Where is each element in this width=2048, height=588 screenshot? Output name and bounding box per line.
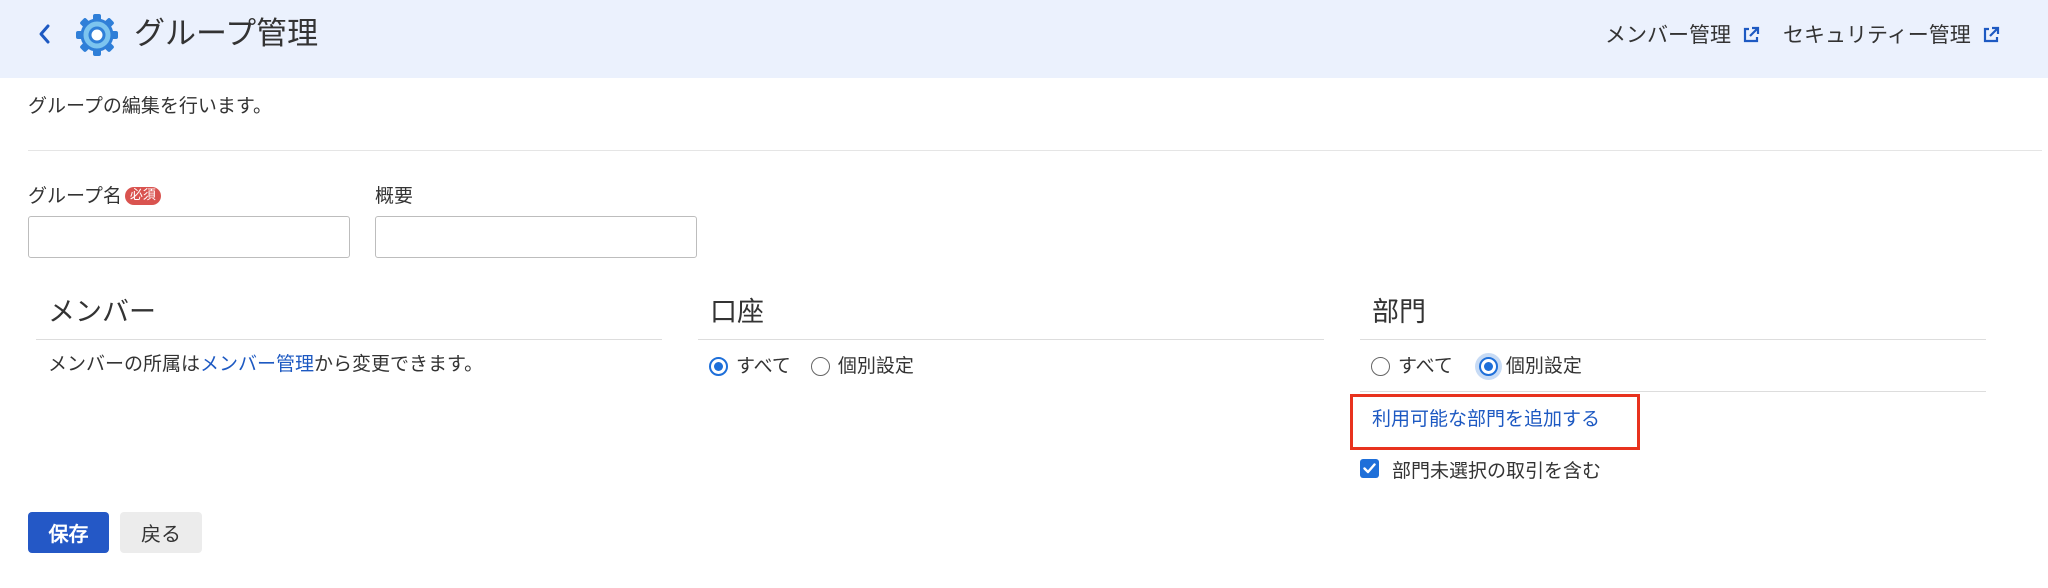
page-title: グループ管理 xyxy=(134,16,319,52)
members-section-title: メンバー xyxy=(48,297,156,328)
member-management-link-label: メンバー管理 xyxy=(1605,23,1731,47)
security-management-link-label: セキュリティー管理 xyxy=(1783,23,1971,47)
required-badge: 必須 xyxy=(124,187,161,205)
accounts-radio-individual-label: 個別設定 xyxy=(837,355,914,377)
radio-unselected-icon[interactable] xyxy=(810,356,830,376)
add-department-link[interactable]: 利用可能な部門を追加する xyxy=(1372,405,1600,433)
departments-section-divider xyxy=(1360,339,1986,340)
departments-radio-individual[interactable]: 個別設定 xyxy=(1478,352,1582,380)
accounts-radio-all[interactable]: すべて xyxy=(709,352,791,380)
departments-options-divider xyxy=(1360,391,1986,392)
checkmark-icon xyxy=(1363,463,1376,474)
accounts-radio-individual[interactable]: 個別設定 xyxy=(810,352,914,380)
group-name-label: グループ名 必須 xyxy=(28,182,161,210)
back-chevron-icon[interactable] xyxy=(30,20,58,48)
gear-icon xyxy=(76,14,118,56)
include-unselected-label: 部門未選択の取引を含む xyxy=(1392,460,1602,482)
summary-label: 概要 xyxy=(375,185,414,207)
accounts-radio-all-label: すべて xyxy=(736,355,791,377)
members-note-suffix: から変更できます。 xyxy=(314,353,484,375)
group-name-label-text: グループ名 xyxy=(28,185,122,207)
departments-radio-group: すべて 個別設定 xyxy=(1371,352,1582,380)
departments-radio-individual-label: 個別設定 xyxy=(1505,355,1582,377)
back-button[interactable]: 戻る xyxy=(120,512,202,553)
external-link-icon xyxy=(1983,26,1999,43)
members-note-prefix: メンバーの所属は xyxy=(48,353,201,375)
save-button[interactable]: 保存 xyxy=(28,512,109,553)
departments-radio-all[interactable]: すべて xyxy=(1371,352,1453,380)
security-management-link[interactable]: セキュリティー管理 xyxy=(1783,20,2001,50)
external-link-icon xyxy=(1743,26,1760,43)
departments-section-title: 部門 xyxy=(1372,297,1426,328)
accounts-section-title: 口座 xyxy=(710,297,764,328)
divider xyxy=(28,150,2042,151)
group-name-input[interactable] xyxy=(28,216,350,258)
summary-input[interactable] xyxy=(375,216,697,258)
radio-unselected-icon[interactable] xyxy=(1371,356,1390,376)
members-section-divider xyxy=(36,339,662,340)
accounts-section-divider xyxy=(698,339,1324,340)
page-header: グループ管理 メンバー管理 セキュリティー管理 xyxy=(0,0,2048,78)
member-management-link[interactable]: メンバー管理 xyxy=(1605,20,1761,50)
members-note: メンバーの所属はメンバー管理から変更できます。 xyxy=(48,350,483,378)
member-management-inline-link[interactable]: メンバー管理 xyxy=(200,353,314,375)
radio-selected-icon[interactable] xyxy=(709,356,728,376)
radio-selected-icon[interactable] xyxy=(1478,356,1498,376)
page-description: グループの編集を行います。 xyxy=(28,95,272,117)
departments-radio-all-label: すべて xyxy=(1398,355,1453,377)
accounts-radio-group: すべて 個別設定 xyxy=(709,352,914,380)
include-unselected-checkbox[interactable] xyxy=(1360,459,1379,478)
